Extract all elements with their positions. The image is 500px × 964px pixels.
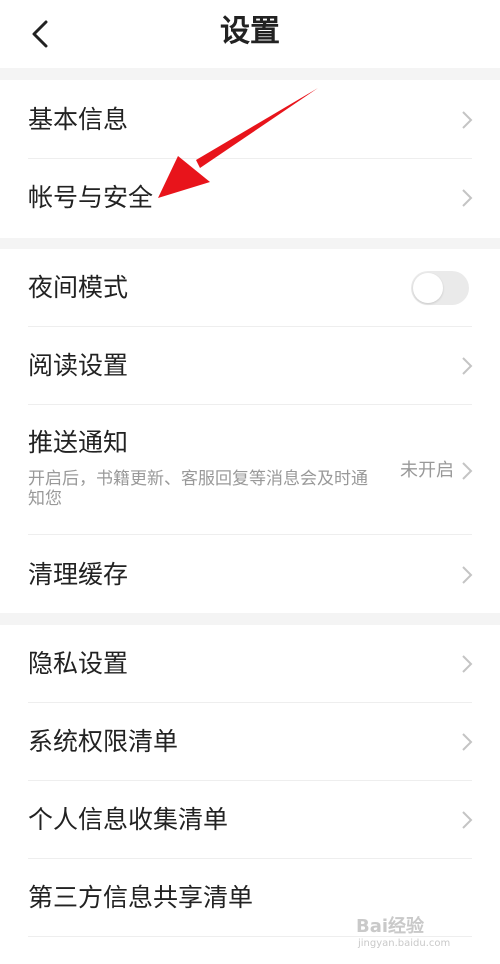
row-label: 夜间模式 [28,273,129,302]
row-push-notifications[interactable]: 推送通知 开启后，书籍更新、客服回复等消息会及时通知您 未开启 [0,405,500,535]
row-account-security[interactable]: 帐号与安全 [0,159,500,238]
watermark-logo: Bai经验 [356,916,425,937]
row-reading-settings[interactable]: 阅读设置 [0,327,500,405]
row-basic-info[interactable]: 基本信息 [0,80,500,159]
row-night-mode: 夜间模式 [0,249,500,327]
row-system-permissions[interactable]: 系统权限清单 [0,703,500,781]
row-privacy-settings[interactable]: 隐私设置 [0,625,500,703]
watermark: Bai经验 jingyan.baidu.com [356,910,474,956]
watermark-site: jingyan.baidu.com [358,938,451,949]
settings-page: 设置 基本信息 帐号与安全 夜间模式 阅读设置 推送通知 开启后，书籍更新、客服… [0,0,500,964]
chevron-right-icon [462,733,473,751]
row-clear-cache[interactable]: 清理缓存 [0,535,500,613]
chevron-right-icon [462,189,473,207]
row-label: 系统权限清单 [28,727,179,756]
preferences-section: 夜间模式 阅读设置 推送通知 开启后，书籍更新、客服回复等消息会及时通知您 未开… [0,249,500,613]
chevron-right-icon [462,111,473,129]
chevron-right-icon [462,462,473,480]
chevron-right-icon [462,811,473,829]
row-label: 个人信息收集清单 [28,805,229,834]
row-personal-info-collection[interactable]: 个人信息收集清单 [0,781,500,859]
row-label: 第三方信息共享清单 [28,883,254,912]
row-label: 帐号与安全 [28,183,154,212]
page-title: 设置 [220,14,280,49]
account-section: 基本信息 帐号与安全 [0,80,500,238]
row-label: 隐私设置 [28,649,129,678]
push-status: 未开启 [400,460,454,481]
header-bar: 设置 [0,0,500,68]
push-description: 开启后，书籍更新、客服回复等消息会及时通知您 [28,469,368,509]
chevron-right-icon [462,566,473,584]
row-label: 基本信息 [28,105,129,134]
chevron-right-icon [462,357,473,375]
toggle-knob [413,273,443,303]
row-label: 清理缓存 [28,560,129,589]
night-mode-toggle[interactable] [411,271,469,305]
row-label: 推送通知 [28,428,129,457]
row-label: 阅读设置 [28,351,129,380]
chevron-right-icon [462,655,473,673]
